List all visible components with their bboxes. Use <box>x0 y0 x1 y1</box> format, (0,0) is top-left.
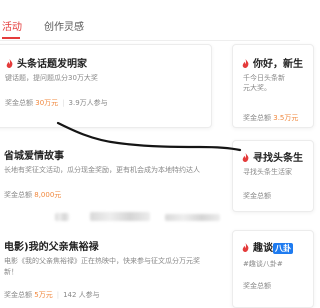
activity-card-father-jiao-yulu[interactable]: 电影)我的父亲焦裕禄 电影《我的父亲焦裕禄》正在热映中，快来参与征文瓜分万元奖 … <box>0 226 220 306</box>
tab-creative-inspiration[interactable]: 创作灵感 <box>44 22 84 34</box>
card-title: 省城爱情故事 <box>4 151 64 162</box>
prize-label: 奖金总额 <box>4 191 32 199</box>
card-meta: 奖金总额 30万元 | 3.9万人参与 <box>5 98 108 108</box>
activity-card-find-creator[interactable]: 寻找头条生 寻找头条生活家 奖金总额 <box>232 140 314 212</box>
prize-label: 奖金总额 <box>243 192 271 200</box>
card-title-text: 你好，新生 <box>253 59 303 70</box>
meta-divider: | <box>62 99 65 107</box>
card-meta: 奖金总额 5万元 | 142 人参与 <box>4 290 100 300</box>
prize-value: 3.5万元 <box>273 114 299 122</box>
card-description-2: 新！ <box>4 268 18 276</box>
prize-label: 奖金总额 <box>5 99 33 107</box>
card-meta: 奖金总额 <box>243 191 271 201</box>
blurred-text <box>165 214 220 221</box>
card-description: 键话题，提问题瓜分30万大奖 <box>5 74 98 82</box>
tab-bar: 活动 创作灵感 <box>0 0 300 41</box>
participants: 142 人参与 <box>63 291 100 299</box>
fire-icon <box>242 59 249 68</box>
card-meta: 奖金总额 8,000元 <box>4 190 61 200</box>
activity-card-gossip-talk[interactable]: 趣谈 八卦 #趣谈八卦# 奖金总额 <box>232 230 314 308</box>
card-title-text: 寻找头条生 <box>253 153 303 164</box>
card-description: 寻找头条生活家 <box>243 168 292 176</box>
card-title: 头条话题发明家 <box>5 55 87 70</box>
card-meta: 奖金总额 <box>243 281 271 291</box>
activity-card-topic-inventor[interactable]: 头条话题发明家 键话题，提问题瓜分30万大奖 奖金总额 30万元 | 3.9万人参与 <box>0 44 212 128</box>
card-description: 电影《我的父亲焦裕禄》正在热映中，快来参与征文瓜分万元奖 <box>4 257 200 265</box>
card-title: 你好，新生 <box>241 55 303 70</box>
fire-icon <box>242 153 249 162</box>
card-description: 长地有奖征文活动，瓜分现金奖励，更有机会成为本地特约达人 <box>4 166 200 174</box>
prize-label: 奖金总额 <box>243 282 271 290</box>
topic-tag: 八卦 <box>273 243 293 254</box>
card-title-text: 头条话题发明家 <box>17 59 87 70</box>
meta-divider: | <box>56 291 60 299</box>
card-title: 寻找头条生 <box>241 149 303 164</box>
card-description-2: 元大奖。 <box>243 84 271 92</box>
active-tab-indicator <box>2 37 20 39</box>
card-meta: 奖金总额 3.5万元 <box>243 113 298 123</box>
prize-value: 5万元 <box>34 291 53 299</box>
tab-activities[interactable]: 活动 <box>2 22 22 34</box>
prize-value: 30万元 <box>35 99 59 107</box>
card-title-text: 趣谈 <box>253 243 273 254</box>
card-description: 千今日头条新 <box>243 74 285 82</box>
card-title: 电影)我的父亲焦裕禄 <box>4 242 99 253</box>
prize-value: 8,000元 <box>34 191 62 199</box>
fire-icon <box>6 59 13 68</box>
blurred-text <box>90 212 150 221</box>
card-title: 趣谈 八卦 <box>241 239 293 254</box>
card-description: #趣谈八卦# <box>243 260 283 268</box>
prize-label: 奖金总额 <box>4 291 32 299</box>
fire-icon <box>242 243 249 252</box>
blurred-text <box>55 213 69 221</box>
prize-label: 奖金总额 <box>243 114 271 122</box>
activity-card-city-love-story[interactable]: 省城爱情故事 长地有奖征文活动，瓜分现金奖励，更有机会成为本地特约达人 奖金总额… <box>0 140 222 199</box>
activity-card-hello-newborn[interactable]: 你好，新生 千今日头条新 元大奖。 奖金总额 3.5万元 <box>232 44 314 128</box>
participants: 3.9万人参与 <box>68 99 108 107</box>
